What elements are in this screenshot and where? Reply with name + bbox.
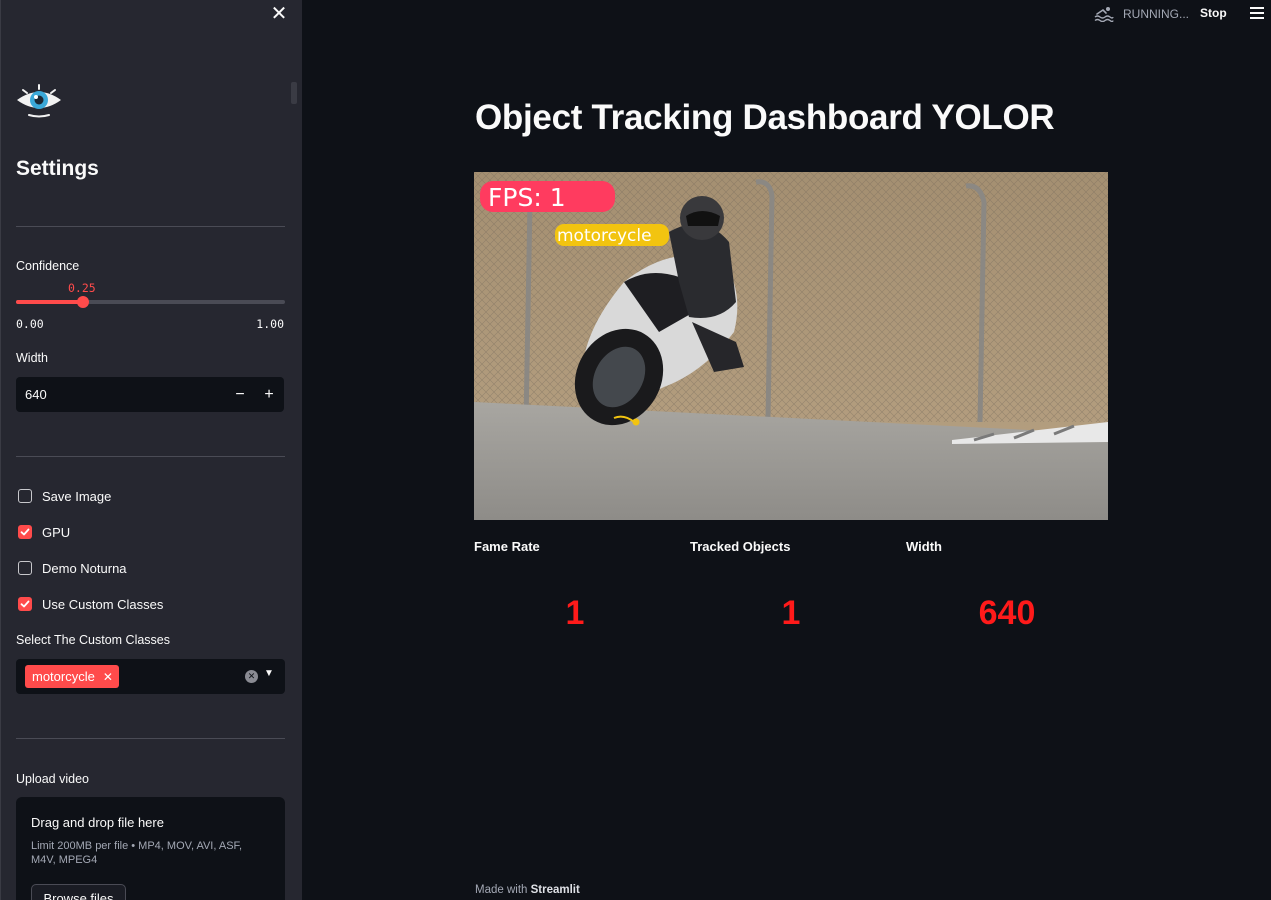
confidence-min: 0.00 [16,317,44,331]
swimmer-icon [1094,7,1114,22]
selected-tag: motorcycle ✕ [25,665,119,688]
custom-classes-multiselect[interactable]: motorcycle ✕ ✕ ▼ [16,659,285,694]
hamburger-menu-icon[interactable] [1250,7,1264,19]
sidebar-title: Settings [16,157,99,180]
remove-tag-icon[interactable]: ✕ [103,670,113,684]
video-frame-image: FPS: 1 motorcycle [474,172,1108,520]
check-icon [20,528,30,536]
checkbox-use-custom-classes[interactable]: Use Custom Classes [18,594,163,614]
footer-brand-link[interactable]: Streamlit [531,884,580,896]
check-icon [20,600,30,608]
metric-label-tracked-objects: Tracked Objects [690,539,791,554]
footer: Made with Streamlit [475,884,580,896]
running-status: RUNNING... [1094,6,1189,22]
confidence-slider-thumb[interactable] [77,296,89,308]
dropzone-title: Drag and drop file here [31,815,164,830]
status-text: RUNNING... [1123,7,1189,21]
checkbox-box[interactable] [18,489,32,503]
metric-label-frame-rate: Fame Rate [474,539,540,554]
eye-logo-icon [17,84,61,118]
close-sidebar-button[interactable]: ✕ [269,3,289,25]
width-decrement-button[interactable]: − [226,377,254,412]
tag-label: motorcycle [32,669,95,684]
detection-label-overlay: motorcycle [557,226,652,246]
width-value[interactable]: 640 [25,387,47,402]
stop-button[interactable]: Stop [1200,6,1227,20]
metric-value-width: 640 [978,594,1036,632]
checkbox-label: Demo Noturna [42,560,127,576]
confidence-max: 1.00 [256,317,284,331]
video-frame: FPS: 1 motorcycle [474,172,1108,520]
divider [16,738,285,739]
checkbox-demo-noturna[interactable]: Demo Noturna [18,558,127,578]
checkbox-label: GPU [42,524,71,540]
metric-value-frame-rate: 1 [565,594,585,632]
width-label: Width [16,351,48,365]
page-title: Object Tracking Dashboard YOLOR [475,98,1055,137]
checkbox-label: Use Custom Classes [42,596,164,612]
divider [16,226,285,227]
checkbox-gpu[interactable]: GPU [18,522,70,542]
fps-overlay: FPS: 1 [488,183,566,212]
checkbox-save-image[interactable]: Save Image [18,486,111,506]
width-number-input[interactable]: 640 − + [16,377,284,412]
checkbox-box[interactable] [18,525,32,539]
footer-prefix: Made with [475,884,528,896]
metric-label-width: Width [906,539,942,554]
confidence-slider[interactable] [16,296,285,308]
clear-icon[interactable]: ✕ [245,670,258,683]
file-dropzone[interactable]: Drag and drop file here Limit 200MB per … [16,797,285,900]
dropzone-limit: Limit 200MB per file • MP4, MOV, AVI, AS… [31,840,243,866]
upload-label: Upload video [16,772,89,786]
checkbox-box[interactable] [18,597,32,611]
metric-value-tracked-objects: 1 [781,594,801,632]
confidence-label: Confidence [16,259,80,273]
sidebar-resize-handle[interactable] [291,82,297,104]
checkbox-box[interactable] [18,561,32,575]
custom-classes-label: Select The Custom Classes [16,633,170,647]
confidence-value: 0.25 [68,281,96,295]
confidence-slider-fill [16,300,83,304]
checkbox-label: Save Image [42,488,112,504]
chevron-down-icon[interactable]: ▼ [264,668,274,679]
browse-files-button[interactable]: Browse files [31,884,126,900]
width-increment-button[interactable]: + [255,377,283,412]
divider [16,456,285,457]
sidebar: ✕ Settings Confidence 0.25 0.00 1.00 Wid… [0,0,302,900]
